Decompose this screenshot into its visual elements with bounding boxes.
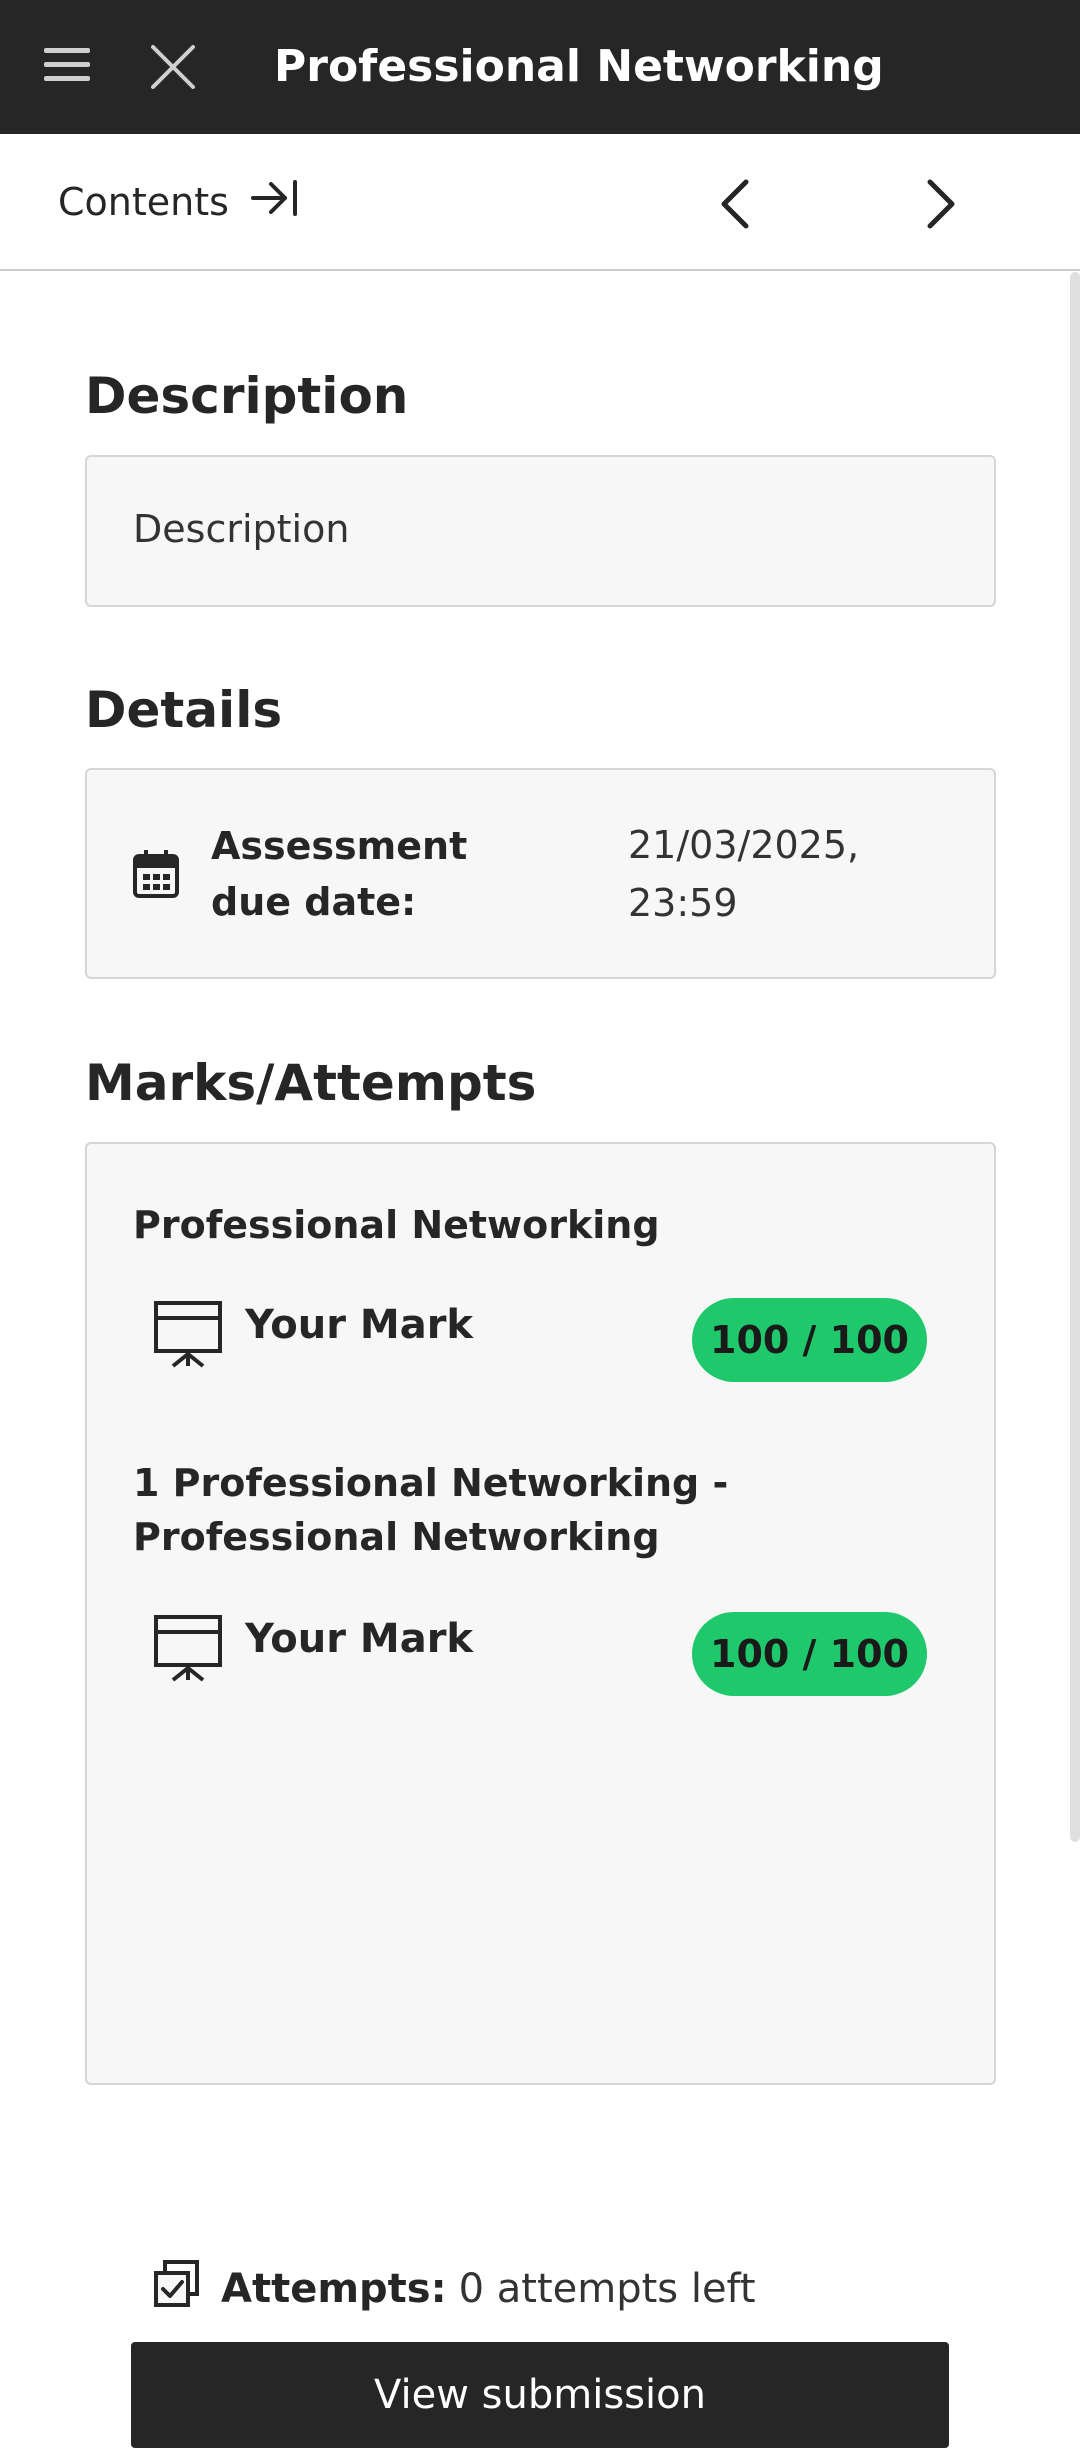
attempts-row: Attempts: 0 attempts left [153,2259,756,2319]
arrow-to-right-bar-icon [250,178,299,227]
scrollbar[interactable] [1070,272,1080,1842]
details-heading: Details [85,681,283,739]
due-date-value: 21/03/2025, 23:59 [628,823,860,925]
calendar-icon [131,848,181,900]
mark-score-badge: 100 / 100 [692,1298,927,1382]
chevron-left-icon[interactable] [706,174,766,234]
chevron-right-icon[interactable] [910,174,970,234]
contents-button[interactable]: Contents [58,172,299,232]
hamburger-menu-icon[interactable] [44,46,90,84]
mark-item-title: 1 Professional Networking - Professional… [133,1461,729,1559]
your-mark-label: Your Mark [245,1616,474,1662]
mark-item-title: Professional Networking [133,1203,660,1247]
description-card: Description [85,455,996,607]
presentation-board-icon [153,1614,223,1684]
multiple-checkbox-icon [153,2259,201,2319]
due-date-label: Assessment due date: [211,824,468,924]
view-submission-button[interactable]: View submission [131,2342,949,2448]
contents-label: Contents [58,180,229,224]
your-mark-label: Your Mark [245,1302,474,1348]
details-card: Assessment due date: 21/03/2025, 23:59 [85,768,996,979]
description-text: Description [133,507,350,551]
mark-score-badge: 100 / 100 [692,1612,927,1696]
marks-card: Professional Networking Your Mark 100 / … [85,1142,996,2448]
close-icon[interactable] [150,44,196,90]
app-header: Professional Networking [0,0,1080,134]
presentation-board-icon [153,1300,223,1370]
marks-heading: Marks/Attempts [85,1054,537,1112]
attempts-label: Attempts: [221,2266,447,2312]
description-heading: Description [85,367,409,425]
attempts-value: 0 attempts left [458,2266,756,2312]
content-nav-bar: Contents [0,134,1080,271]
page-title: Professional Networking [274,41,884,92]
